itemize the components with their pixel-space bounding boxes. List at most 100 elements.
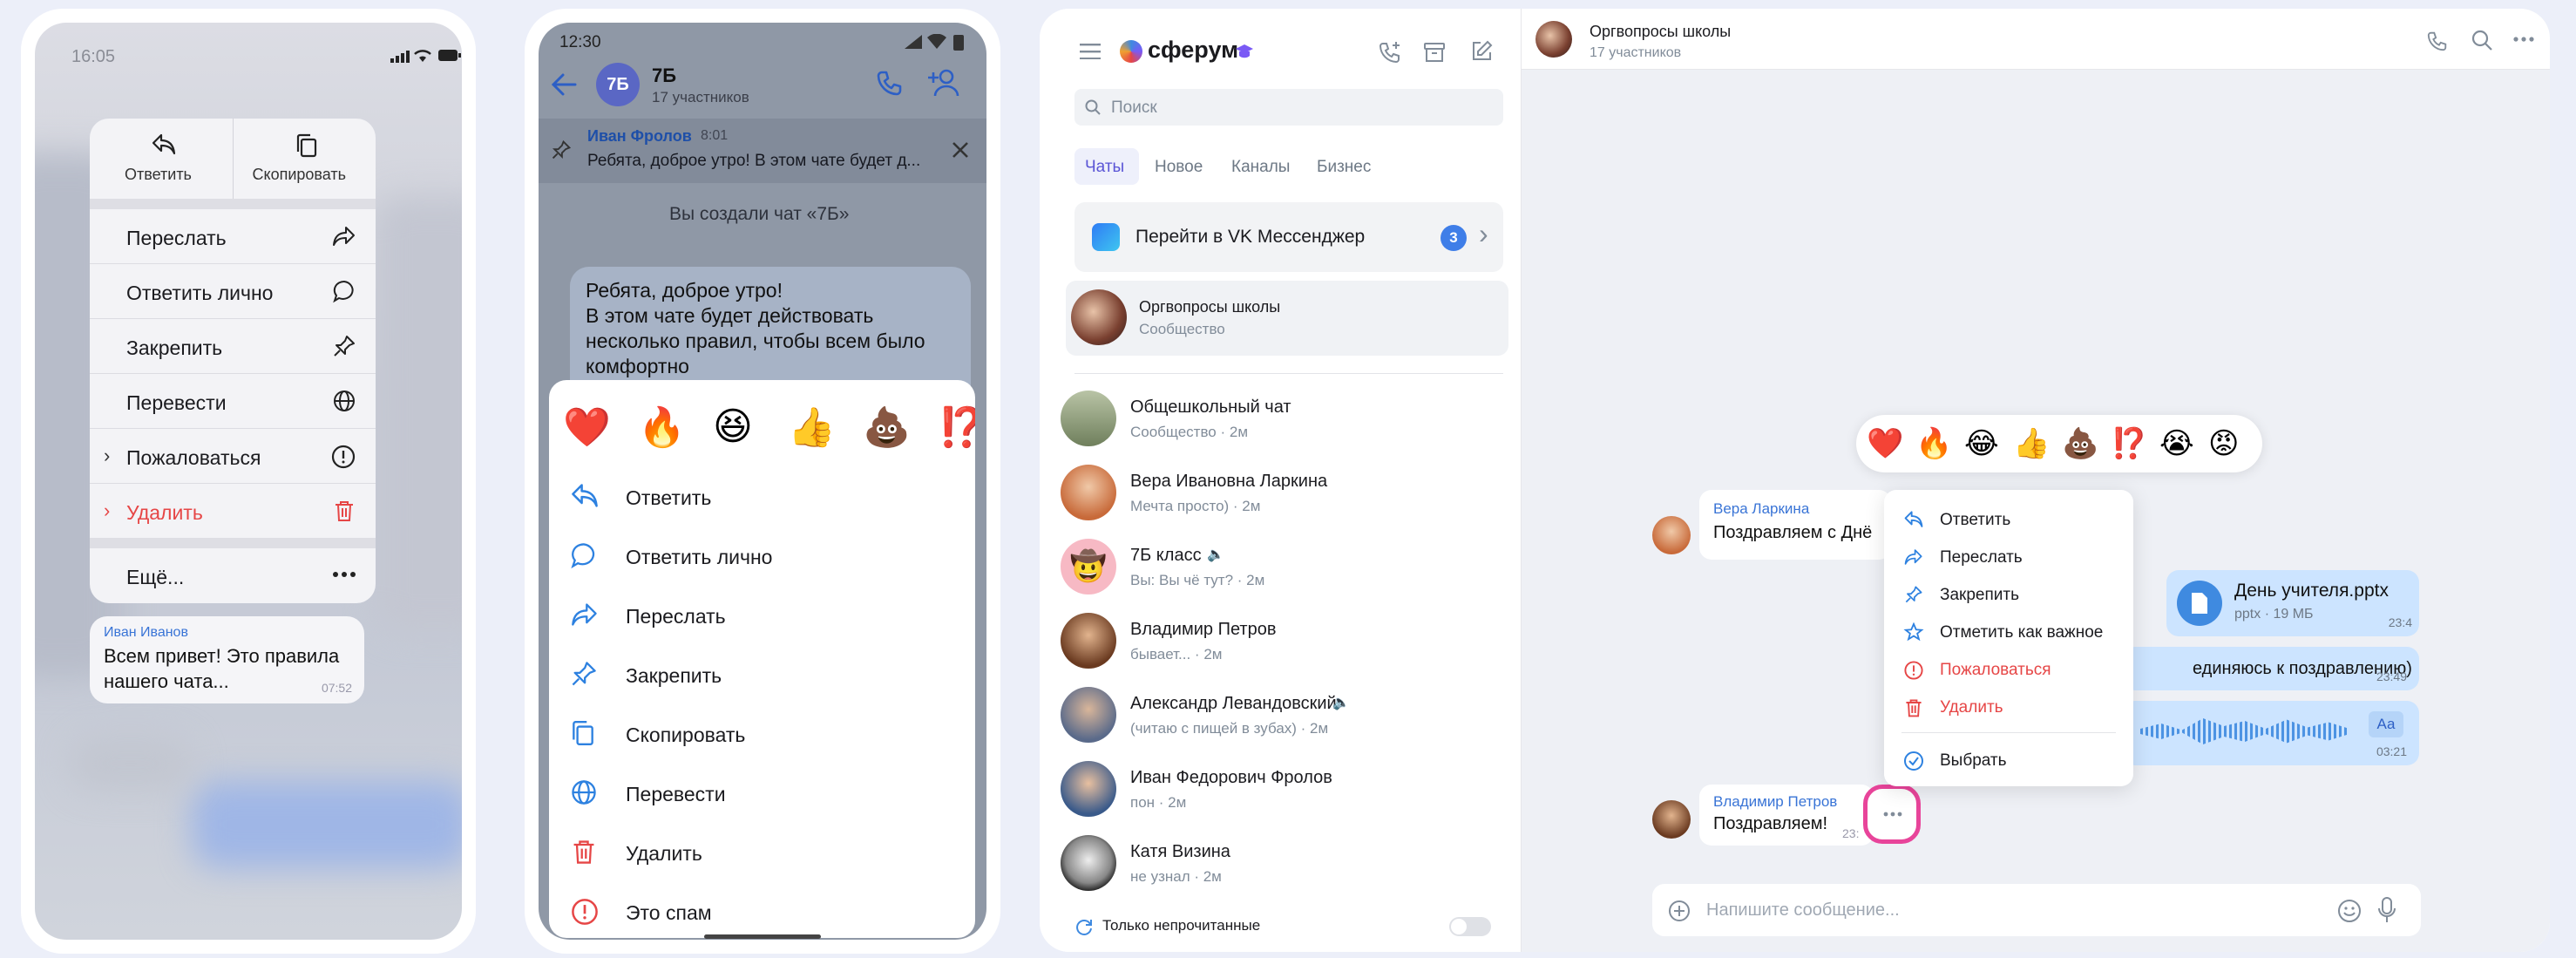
waveform bbox=[2140, 718, 2349, 744]
phone-call-icon[interactable] bbox=[875, 70, 903, 98]
microphone-icon[interactable] bbox=[2377, 896, 2396, 924]
sidebar: сферум Поиск Чаты Новое Каналы Бизнес Пе… bbox=[1040, 9, 1522, 952]
message-bubble[interactable]: Иван Иванов Всем привет! Это правила наш… bbox=[90, 616, 364, 703]
vk-messenger-banner[interactable]: Перейти в VK Мессенджер 3 › bbox=[1074, 202, 1503, 272]
add-member-icon[interactable] bbox=[927, 68, 962, 98]
muted-icon: 🔈 bbox=[1207, 547, 1224, 562]
menu-item-forward[interactable]: Переслать bbox=[1884, 538, 2133, 575]
chat-preview: Сообщество · 2м bbox=[1130, 424, 1249, 440]
message-author: Вера Ларкина bbox=[1713, 500, 1810, 517]
message-author: Иван Иванов bbox=[104, 625, 188, 640]
chat-item[interactable]: Вера Ивановна Ларкина Мечта просто) · 2м bbox=[1054, 456, 1507, 527]
trash-icon bbox=[1906, 699, 1922, 717]
copy-action[interactable]: Скопировать bbox=[232, 119, 376, 199]
reaction-thumbs-up[interactable]: 👍 bbox=[2013, 426, 2050, 461]
tab-channels[interactable]: Каналы bbox=[1223, 148, 1303, 185]
action-translate[interactable]: Перевести bbox=[549, 764, 975, 823]
status-time: 16:05 bbox=[71, 47, 116, 66]
file-message[interactable]: День учителя.pptx pptx · 19 МБ 23:4 bbox=[2166, 570, 2419, 636]
reaction-fire[interactable]: 🔥 bbox=[638, 404, 686, 450]
phone-call-icon[interactable] bbox=[2426, 30, 2449, 52]
chat-item[interactable]: 🤠 7Б класс 🔈 Вы: Вы чё тут? · 2м bbox=[1054, 530, 1507, 601]
close-icon[interactable] bbox=[952, 141, 969, 159]
menu-item-delete[interactable]: › Удалить bbox=[90, 484, 376, 548]
chat-avatar[interactable]: 7Б bbox=[596, 63, 640, 106]
reaction-bar: ❤️ 🔥 😆 👍 💩 ⁉️ bbox=[549, 392, 975, 453]
unread-toggle[interactable] bbox=[1449, 917, 1491, 936]
pinned-author: Иван Фролов bbox=[587, 127, 692, 145]
search-icon[interactable] bbox=[2471, 30, 2492, 51]
menu-item-pin[interactable]: Закрепить bbox=[90, 319, 376, 374]
search-input[interactable]: Поиск bbox=[1074, 89, 1503, 126]
message-options-button[interactable] bbox=[1863, 785, 1921, 844]
menu-item-pin[interactable]: Закрепить bbox=[1884, 575, 2133, 613]
reaction-fire[interactable]: 🔥 bbox=[1915, 426, 1952, 461]
action-reply-private[interactable]: Ответить лично bbox=[549, 527, 975, 586]
unread-filter-row: Только непрочитанные bbox=[1066, 908, 1510, 943]
pinned-message-bar[interactable]: Иван Фролов 8:01 Ребята, доброе утро! В … bbox=[539, 119, 986, 183]
menu-item-mark-important[interactable]: Отметить как важное bbox=[1884, 613, 2133, 650]
action-spam[interactable]: Это спам bbox=[549, 882, 975, 940]
chat-avatar[interactable] bbox=[1535, 21, 1572, 58]
menu-item-reply[interactable]: Ответить bbox=[1884, 500, 2133, 538]
action-reply[interactable]: Ответить bbox=[549, 467, 975, 527]
chat-item[interactable]: Александр Левандовский 🔈 (читаю с пищей … bbox=[1054, 678, 1507, 750]
add-call-icon[interactable] bbox=[1378, 40, 1402, 65]
menu-item-report[interactable]: › Пожаловаться bbox=[90, 429, 376, 484]
warning-icon bbox=[1904, 661, 1923, 680]
tab-business[interactable]: Бизнес bbox=[1308, 148, 1388, 185]
action-delete[interactable]: Удалить bbox=[549, 823, 975, 882]
chat-item[interactable]: Общешкольный чат Сообщество · 2м bbox=[1054, 382, 1507, 453]
menu-item-report[interactable]: Пожаловаться bbox=[1884, 650, 2133, 688]
message-bubble[interactable]: единяюсь к поздравлению) 23:49 bbox=[2123, 647, 2419, 690]
unread-filter-label: Только непрочитанные bbox=[1102, 917, 1261, 934]
more-icon[interactable] bbox=[2513, 37, 2534, 42]
action-copy[interactable]: Скопировать bbox=[549, 704, 975, 764]
menu-item-forward[interactable]: Переслать bbox=[90, 209, 376, 264]
reaction-laugh[interactable]: 😂 bbox=[1964, 426, 1999, 461]
menu-item-translate[interactable]: Перевести bbox=[90, 374, 376, 429]
menu-item-select[interactable]: Выбрать bbox=[1884, 741, 2133, 778]
archive-icon[interactable] bbox=[1423, 41, 1446, 64]
reaction-poop[interactable]: 💩 bbox=[863, 404, 911, 450]
message-bubble[interactable]: Вера Ларкина Поздравляем с Днё bbox=[1699, 490, 1891, 560]
chat-name: Общешкольный чат bbox=[1130, 397, 1291, 417]
forward-icon bbox=[333, 227, 355, 246]
message-bubble[interactable]: Владимир Петров Поздравляем! 23: bbox=[1699, 785, 1874, 846]
reaction-angry[interactable]: 😡 bbox=[2208, 426, 2239, 461]
menu-icon[interactable] bbox=[1080, 44, 1101, 59]
message-line: Ребята, доброе утро! bbox=[586, 279, 783, 302]
reaction-interrobang[interactable]: ⁉️ bbox=[2111, 426, 2147, 461]
star-icon bbox=[1903, 622, 1924, 642]
reaction-interrobang[interactable]: ⁉️ bbox=[938, 404, 975, 450]
reaction-heart[interactable]: ❤️ bbox=[563, 404, 611, 450]
chat-item[interactable]: Катя Визина не узнал · 2м bbox=[1054, 826, 1507, 898]
menu-item-reply-private[interactable]: Ответить лично bbox=[90, 264, 376, 319]
chat-name: Александр Левандовский bbox=[1130, 694, 1337, 713]
attach-icon[interactable] bbox=[1668, 900, 1691, 922]
back-arrow-icon[interactable] bbox=[551, 73, 577, 96]
reaction-crying[interactable]: 😭 bbox=[2159, 426, 2194, 461]
message-composer[interactable]: Напишите сообщение... bbox=[1652, 884, 2421, 936]
chat-name: Вера Ивановна Ларкина bbox=[1130, 472, 1328, 491]
reaction-poop[interactable]: 💩 bbox=[2062, 426, 2098, 461]
action-forward[interactable]: Переслать bbox=[549, 586, 975, 645]
chat-item[interactable]: Владимир Петров бывает... · 2м bbox=[1054, 604, 1507, 676]
tab-chats[interactable]: Чаты bbox=[1074, 148, 1139, 185]
reaction-laugh[interactable]: 😆 bbox=[713, 404, 753, 449]
reaction-thumbs-up[interactable]: 👍 bbox=[788, 404, 836, 450]
reaction-heart[interactable]: ❤️ bbox=[1867, 426, 1903, 461]
emoji-icon[interactable] bbox=[2337, 899, 2362, 923]
chat-avatar bbox=[1061, 391, 1116, 446]
chat-item-active[interactable]: Оргвопросы школы Сообщество bbox=[1066, 281, 1508, 356]
chat-preview: пон · 2м bbox=[1130, 794, 1187, 811]
action-pin[interactable]: Закрепить bbox=[549, 645, 975, 704]
transcribe-button[interactable]: Аа bbox=[2369, 711, 2403, 737]
menu-item-delete[interactable]: Удалить bbox=[1884, 688, 2133, 725]
compose-icon[interactable] bbox=[1470, 40, 1493, 63]
menu-item-more[interactable]: Ещё... bbox=[90, 548, 376, 603]
tab-new[interactable]: Новое bbox=[1146, 148, 1216, 185]
reply-action[interactable]: Ответить bbox=[90, 119, 233, 199]
voice-message[interactable]: Аа 03:21 bbox=[2123, 701, 2419, 765]
chat-item[interactable]: Иван Федорович Фролов пон · 2м bbox=[1054, 752, 1507, 824]
